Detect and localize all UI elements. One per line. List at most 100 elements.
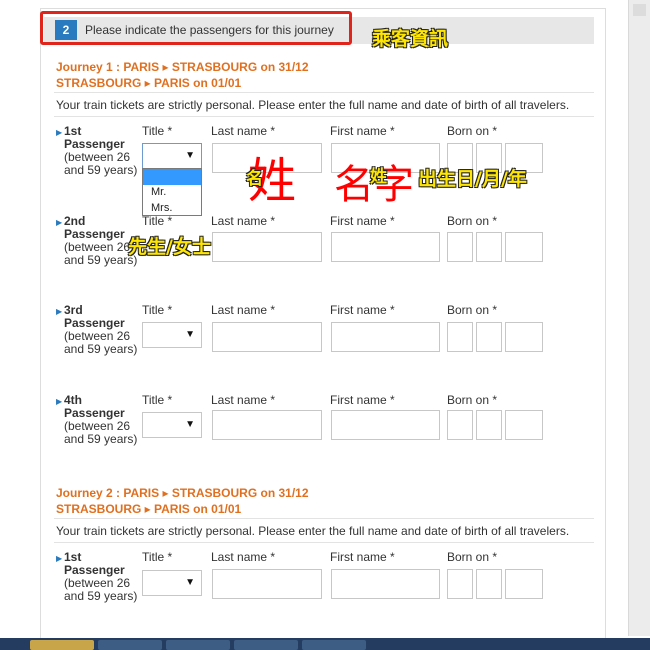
passenger-age-range: (between 26 and 59 years) — [64, 419, 138, 446]
field-label-born-on: Born on * — [447, 393, 498, 407]
caret-down-icon[interactable]: ▼ — [185, 419, 195, 430]
first-name-input[interactable] — [331, 410, 440, 440]
journey-1-line2: STRASBOURG ▸ PARIS on 01/01 — [56, 76, 242, 90]
passenger-age-range: (between 26 and 59 years) — [64, 576, 138, 603]
passenger-ordinal: 4th Passenger — [64, 394, 144, 420]
birth-day-input[interactable] — [447, 232, 473, 262]
title-select[interactable]: ▼ — [142, 412, 202, 438]
taskbar-app-explorer[interactable] — [30, 640, 94, 650]
passenger-age-range: (between 26 and 59 years) — [64, 150, 138, 177]
last-name-input[interactable] — [212, 322, 322, 352]
divider — [54, 518, 594, 519]
last-name-input[interactable] — [212, 569, 322, 599]
journey-1-line1: Journey 1 : PARIS ▸ STRASBOURG on 31/12 — [56, 60, 309, 74]
passenger-word: Passenger — [64, 316, 125, 330]
field-label-born-on: Born on * — [447, 124, 498, 138]
last-name-input[interactable] — [212, 232, 322, 262]
title-option-mrs[interactable]: Mrs. — [143, 200, 201, 216]
taskbar-app-chrome[interactable] — [98, 640, 162, 650]
triangle-right-icon: ▶ — [56, 307, 63, 316]
birth-year-input[interactable] — [505, 322, 543, 352]
passenger-ordinal-text: 3rd — [64, 303, 83, 317]
scroll-up-arrow[interactable] — [633, 4, 646, 16]
field-label-title: Title * — [142, 124, 173, 138]
journey-1-notice: Your train tickets are strictly personal… — [56, 98, 570, 112]
title-option-empty[interactable] — [143, 169, 201, 185]
birth-month-input[interactable] — [476, 322, 502, 352]
passenger-word: Passenger — [64, 563, 125, 577]
triangle-right-icon: ▶ — [56, 397, 63, 406]
last-name-input[interactable] — [212, 410, 322, 440]
journey-2-notice: Your train tickets are strictly personal… — [56, 524, 570, 538]
passenger-ordinal: 3rd Passenger — [64, 304, 144, 330]
taskbar-app-browser[interactable] — [302, 640, 366, 650]
field-label-first-name: First name * — [330, 303, 395, 317]
field-label-title: Title * — [142, 214, 173, 228]
journey-1-heading: Journey 1 : PARIS ▸ STRASBOURG on 31/12 … — [56, 59, 309, 91]
passenger-ordinal-text: 2nd — [64, 214, 86, 228]
taskbar-app-player[interactable] — [234, 640, 298, 650]
title-select[interactable]: ▼ — [142, 322, 202, 348]
passenger-word: Passenger — [64, 227, 125, 241]
annotation-title: 先生/女士 — [128, 236, 211, 258]
title-dropdown-list[interactable]: Mr. Mrs. — [142, 168, 202, 216]
vertical-scrollbar[interactable] — [628, 0, 650, 636]
annotation-passenger-info: 乘客資訊 — [372, 28, 449, 50]
field-label-last-name: Last name * — [211, 124, 276, 138]
journey-2-heading: Journey 2 : PARIS ▸ STRASBOURG on 31/12 … — [56, 485, 309, 517]
journey-2-line2: STRASBOURG ▸ PARIS on 01/01 — [56, 502, 242, 516]
passenger-ordinal: 1st Passenger — [64, 551, 144, 577]
divider — [54, 116, 594, 117]
field-label-born-on: Born on * — [447, 550, 498, 564]
field-label-last-name: Last name * — [211, 303, 276, 317]
field-label-first-name: First name * — [330, 393, 395, 407]
field-label-title: Title * — [142, 550, 173, 564]
passenger-word: Passenger — [64, 406, 125, 420]
title-select[interactable]: ▼ — [142, 570, 202, 596]
passenger-ordinal-text: 1st — [64, 124, 82, 138]
taskbar-app-media[interactable] — [166, 640, 230, 650]
birth-month-input[interactable] — [476, 410, 502, 440]
title-select[interactable]: ▼ — [142, 143, 202, 169]
birth-day-input[interactable] — [447, 410, 473, 440]
title-option-mr[interactable]: Mr. — [143, 184, 201, 200]
field-label-title: Title * — [142, 303, 173, 317]
passenger-ordinal-text: 1st — [64, 550, 82, 564]
caret-down-icon[interactable]: ▼ — [185, 150, 195, 161]
passenger-word: Passenger — [64, 137, 125, 151]
birth-year-input[interactable] — [505, 232, 543, 262]
divider — [54, 92, 594, 93]
birth-month-input[interactable] — [476, 232, 502, 262]
birth-year-input[interactable] — [505, 410, 543, 440]
triangle-right-icon: ▶ — [56, 128, 63, 137]
birth-year-input[interactable] — [505, 569, 543, 599]
annotation-surname-small: 姓 — [370, 167, 387, 187]
field-label-born-on: Born on * — [447, 214, 498, 228]
passenger-ordinal-text: 4th — [64, 393, 82, 407]
field-label-last-name: Last name * — [211, 550, 276, 564]
field-label-first-name: First name * — [330, 550, 395, 564]
highlight-frame — [40, 11, 352, 45]
field-label-born-on: Born on * — [447, 303, 498, 317]
birth-month-input[interactable] — [476, 569, 502, 599]
journey-2-line1: Journey 2 : PARIS ▸ STRASBOURG on 31/12 — [56, 486, 309, 500]
first-name-input[interactable] — [331, 232, 440, 262]
divider — [54, 542, 594, 543]
field-label-title: Title * — [142, 393, 173, 407]
birth-day-input[interactable] — [447, 322, 473, 352]
passenger-ordinal: 1st Passenger — [64, 125, 144, 151]
field-label-first-name: First name * — [330, 124, 395, 138]
passenger-age-range: (between 26 and 59 years) — [64, 329, 138, 356]
caret-down-icon[interactable]: ▼ — [185, 329, 195, 340]
annotation-given-prefix: 名 — [246, 169, 263, 189]
first-name-input[interactable] — [331, 569, 440, 599]
caret-down-icon[interactable]: ▼ — [185, 577, 195, 588]
annotation-birth-date: 出生日/月/年 — [418, 168, 527, 190]
field-label-first-name: First name * — [330, 214, 395, 228]
field-label-last-name: Last name * — [211, 393, 276, 407]
field-label-last-name: Last name * — [211, 214, 276, 228]
triangle-right-icon: ▶ — [56, 218, 63, 227]
triangle-right-icon: ▶ — [56, 554, 63, 563]
birth-day-input[interactable] — [447, 569, 473, 599]
first-name-input[interactable] — [331, 322, 440, 352]
